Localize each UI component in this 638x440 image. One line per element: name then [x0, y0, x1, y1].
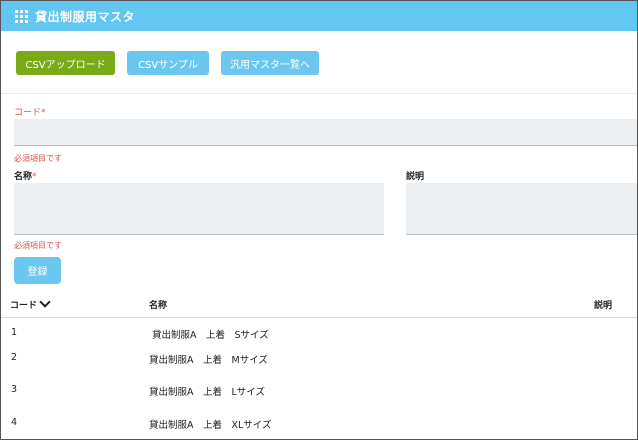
master-list-button[interactable]: 汎用マスタ一覧へ	[221, 51, 319, 75]
name-field-label: 名称*	[14, 172, 37, 182]
name-input[interactable]	[14, 183, 384, 235]
code-error-message: 必須項目です	[14, 154, 62, 163]
row-code: 2	[11, 352, 18, 363]
code-input[interactable]	[14, 119, 637, 146]
description-input[interactable]	[406, 183, 637, 235]
row-code: 4	[11, 417, 18, 428]
row-code: 1	[11, 327, 18, 338]
code-field-label: コード*	[14, 108, 46, 118]
table-header: コード 名称 説明	[1, 293, 637, 318]
page-title: 貸出制服用マスタ	[35, 10, 136, 24]
toolbar-divider	[1, 93, 637, 94]
page-header: 貸出制服用マスタ	[1, 1, 637, 31]
column-header-description: 説明	[594, 301, 613, 311]
column-header-code[interactable]: コード	[10, 296, 51, 311]
chevron-down-icon	[39, 296, 51, 308]
row-name: 貸出制服A 上着 XLサイズ	[149, 420, 272, 431]
name-error-message: 必須項目です	[14, 241, 62, 250]
app-window: 貸出制服用マスタ CSVアップロード CSVサンプル 汎用マスタ一覧へ コード*…	[0, 0, 638, 440]
grid-icon[interactable]	[15, 10, 28, 23]
register-button[interactable]: 登録	[14, 257, 61, 284]
csv-sample-button[interactable]: CSVサンプル	[127, 51, 209, 75]
column-header-name: 名称	[149, 301, 168, 311]
row-code: 3	[11, 384, 18, 395]
row-name: 貸出制服A 上着 Mサイズ	[149, 355, 268, 366]
row-name: 貸出制服A 上着 Lサイズ	[149, 387, 266, 398]
row-name: 貸出制服A 上着 Sサイズ	[149, 330, 269, 341]
csv-upload-button[interactable]: CSVアップロード	[16, 51, 115, 75]
description-field-label: 説明	[406, 172, 425, 182]
